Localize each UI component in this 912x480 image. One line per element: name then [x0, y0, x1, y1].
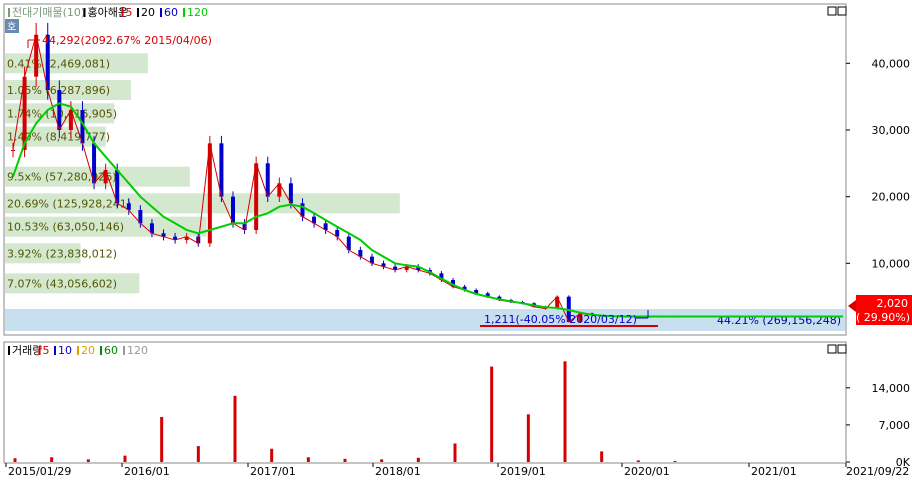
volume-bar [196, 446, 200, 462]
volume-bar [416, 457, 420, 462]
price-y-axis: 40,000 30,000 20,000 10,000 [846, 57, 910, 270]
legend-marker [83, 8, 86, 17]
volume-bar [270, 448, 274, 462]
x-axis: 2015/01/29 2016/01 2017/01 2018/01 2019/01 20… [5, 463, 909, 478]
volume-bar [526, 414, 530, 462]
volume-bar [50, 457, 54, 462]
legend-marker [137, 8, 139, 17]
x-tick-label: 2019/01 [500, 465, 546, 478]
legend-marker [54, 346, 56, 355]
x-tick-label: 2015/01/29 [8, 465, 71, 478]
legend-item: 5 [43, 344, 50, 357]
legend-marker [100, 346, 102, 355]
volume-bar [380, 459, 384, 462]
current-change-label: ( 29.90%) [856, 311, 910, 324]
volume-bar [563, 361, 567, 462]
x-tick-label: 2018/01 [375, 465, 421, 478]
legend-item: 120 [187, 6, 208, 19]
volume-bar [490, 366, 494, 462]
y-tick-label: 7,000 [879, 419, 911, 432]
y-tick-label: 14,000 [872, 382, 911, 395]
volume-bar [636, 460, 640, 462]
volume-profile-label: 1.40% (8,419,777) [7, 131, 110, 144]
volume-bar [13, 458, 17, 462]
volume-bar [600, 451, 604, 462]
low-annotation: 1,211(-40.05% 2020/03/12) [480, 310, 658, 327]
legend-item: 거래량 [12, 344, 42, 357]
high-annotation-label: 44,292(2092.67% 2015/04/06) [42, 34, 212, 47]
legend-marker [77, 346, 79, 355]
x-tick-label: 2017/01 [250, 465, 296, 478]
legend-item: 전대기매물(10) [12, 6, 85, 19]
legend-marker [121, 8, 124, 17]
volume-bar [306, 457, 310, 462]
legend-marker [8, 346, 10, 355]
volume-bar [343, 458, 347, 462]
volume-profile-label: 3.92% (23,838,012) [7, 247, 117, 260]
volume-bar [160, 416, 164, 462]
volume-bar [233, 395, 237, 462]
volume-profile-label: 7.07% (43,056,602) [7, 277, 117, 290]
x-tick-label: 2020/01 [624, 465, 670, 478]
volume-bar [123, 455, 127, 462]
price-candle [11, 150, 15, 151]
legend-item: 60 [164, 6, 178, 19]
maximize-icon[interactable] [827, 344, 837, 354]
high-annotation: 44,292(2092.67% 2015/04/06) [27, 34, 212, 48]
current-price-marker-icon [848, 300, 856, 312]
volume-panel [3, 341, 847, 464]
legend-item: 20 [81, 344, 95, 357]
legend-item: 10 [58, 344, 72, 357]
legend-item: 60 [104, 344, 118, 357]
current-price-label: 2,020 [877, 297, 909, 310]
volume-profile-label: 0.41% (2,469,081) [7, 57, 110, 70]
volume-profile-label: 20.69% (125,928,241) [7, 197, 131, 210]
volume-y-axis: 14,0007,0000K [846, 382, 911, 469]
close-icon[interactable] [837, 344, 847, 354]
legend-marker [160, 8, 162, 17]
y-tick-label: 20,000 [872, 191, 911, 204]
legend-marker [38, 346, 41, 355]
volume-bar [673, 460, 677, 462]
volume-profile-label: 9.5x% (57,280,926) [7, 171, 117, 184]
y-tick-label: 40,000 [872, 57, 911, 70]
legend-marker [123, 346, 125, 355]
legend-marker [8, 8, 10, 17]
legend-item: 120 [127, 344, 148, 357]
x-tick-label: 2016/01 [124, 465, 170, 478]
side-badge-label: 호 [7, 21, 16, 33]
close-icon[interactable] [837, 6, 847, 16]
legend-marker [183, 8, 185, 17]
stock-chart: 0.41% (2,469,081)1.05% (6,287,896)1.74% … [3, 3, 912, 478]
y-tick-label: 30,000 [872, 124, 911, 137]
y-tick-label: 10,000 [872, 257, 911, 270]
x-tick-label: 2021/09/22 [846, 465, 909, 478]
legend-item: 20 [141, 6, 155, 19]
maximize-icon[interactable] [827, 6, 837, 16]
volume-bar [453, 443, 457, 462]
low-annotation-label: 1,211(-40.05% 2020/03/12) [484, 313, 637, 326]
volume-profile-label: 10.53% (63,050,146) [7, 221, 124, 234]
legend-item: 5 [126, 6, 133, 19]
volume-bar [86, 459, 90, 462]
x-tick-label: 2021/01 [751, 465, 797, 478]
